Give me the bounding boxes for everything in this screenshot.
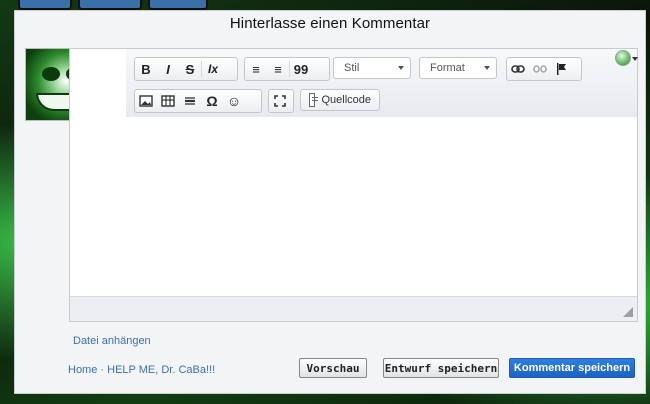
top-nav-button-2[interactable]: [78, 0, 142, 10]
italic-button[interactable]: I: [157, 59, 179, 79]
link-icon[interactable]: [507, 59, 529, 79]
blockquote-button[interactable]: 99: [290, 59, 312, 79]
breadcrumb-post[interactable]: HELP ME, Dr. CaBa!!!: [107, 364, 215, 376]
rich-text-editor[interactable]: B I S Ix ≡ ≡ 99 Stil Format Ω ☺ Quellcod…: [69, 48, 638, 322]
fullscreen-group: [268, 89, 294, 113]
attach-file-link[interactable]: Datei anhängen: [73, 335, 151, 347]
fullscreen-icon[interactable]: [269, 91, 291, 111]
save-draft-button[interactable]: Entwurf speichern: [383, 358, 499, 378]
format-group: B I S Ix: [134, 57, 238, 81]
editor-plugin-icon[interactable]: [615, 50, 631, 66]
preview-button[interactable]: Vorschau: [299, 358, 367, 378]
table-icon[interactable]: [157, 91, 179, 111]
horizontal-line-icon[interactable]: [179, 91, 201, 111]
link-group: [506, 57, 582, 81]
special-character-button[interactable]: Ω: [201, 91, 223, 111]
breadcrumb: Home · HELP ME, Dr. CaBa!!!: [68, 364, 215, 376]
top-nav-button-1[interactable]: [18, 0, 72, 10]
comment-panel: Hinterlasse einen Kommentar B I S Ix ≡ ≡…: [14, 10, 646, 394]
bold-button[interactable]: B: [135, 59, 157, 79]
source-code-label: Quellcode: [321, 94, 371, 106]
source-icon: [309, 93, 319, 107]
top-nav-button-3[interactable]: [148, 0, 208, 10]
bulleted-list-button[interactable]: ≡: [267, 59, 289, 79]
flag-icon[interactable]: [551, 59, 573, 79]
chevron-down-icon[interactable]: [632, 57, 638, 61]
format-combo[interactable]: Format: [419, 57, 497, 79]
list-group: ≡ ≡ 99: [244, 57, 330, 81]
chevron-down-icon: [398, 66, 404, 70]
breadcrumb-separator: ·: [100, 364, 105, 376]
style-combo[interactable]: Stil: [333, 57, 411, 79]
editor-content[interactable]: [70, 117, 637, 297]
emoji-button[interactable]: ☺: [223, 91, 245, 111]
insert-group: Ω ☺: [134, 89, 262, 113]
editor-toolbar: B I S Ix ≡ ≡ 99 Stil Format Ω ☺ Quellcod…: [126, 49, 637, 118]
remove-format-button[interactable]: Ix: [202, 59, 224, 79]
chevron-down-icon: [484, 66, 490, 70]
unlink-icon[interactable]: [529, 59, 551, 79]
strikethrough-button[interactable]: S: [179, 59, 201, 79]
format-combo-label: Format: [430, 62, 465, 74]
source-code-button[interactable]: Quellcode: [300, 89, 380, 111]
editor-statusbar: [70, 296, 637, 321]
resize-handle[interactable]: [623, 307, 633, 317]
image-icon[interactable]: [135, 91, 157, 111]
save-comment-button[interactable]: Kommentar speichern: [509, 358, 635, 378]
avatar-eye-left: [42, 67, 60, 81]
breadcrumb-home[interactable]: Home: [68, 364, 97, 376]
page-title: Hinterlasse einen Kommentar: [229, 15, 431, 32]
style-combo-label: Stil: [344, 62, 360, 74]
numbered-list-button[interactable]: ≡: [245, 59, 267, 79]
